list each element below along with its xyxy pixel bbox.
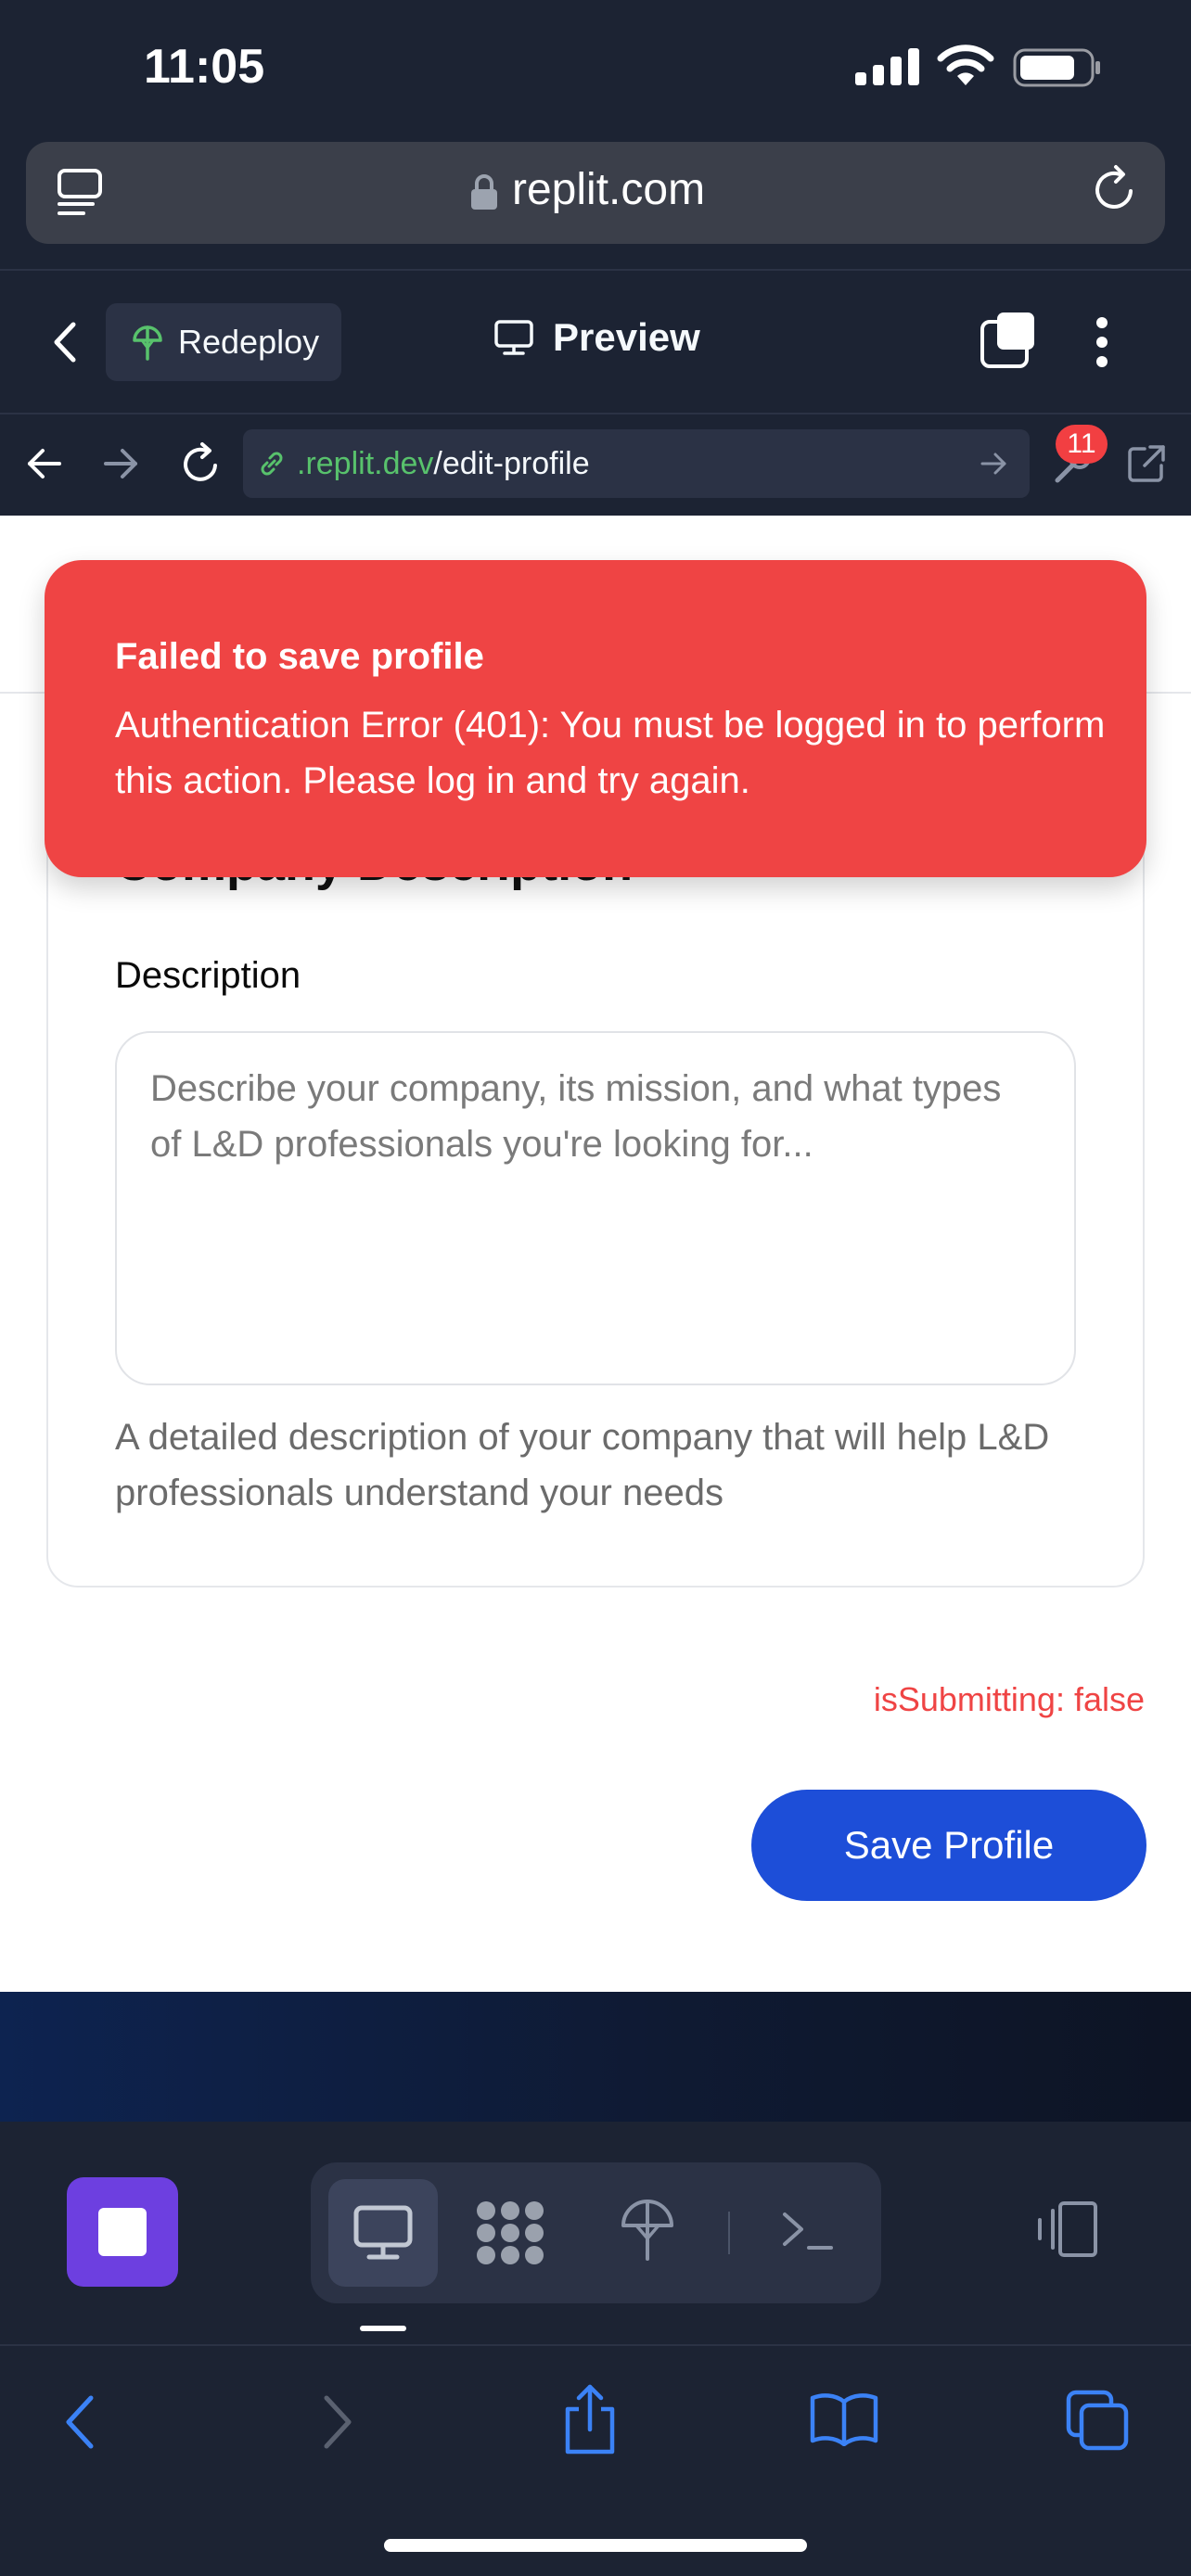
device-icon[interactable] <box>1034 2200 1101 2259</box>
description-label: Description <box>115 955 301 996</box>
preview-title: Preview <box>493 315 700 360</box>
more-icon[interactable] <box>1095 315 1109 369</box>
go-arrow-icon[interactable] <box>980 450 1007 478</box>
chevron-left-icon[interactable] <box>51 319 79 365</box>
tabs-icon[interactable] <box>1065 2389 1130 2452</box>
window-icon[interactable] <box>979 311 1038 370</box>
redeploy-icon <box>133 325 162 361</box>
url-text: .replit.dev/edit-profile <box>297 446 590 482</box>
toast-title: Failed to save profile <box>115 636 484 677</box>
toast-message: Authentication Error (401): You must be … <box>115 705 1106 801</box>
save-profile-button[interactable]: Save Profile <box>751 1790 1146 1901</box>
refresh-icon[interactable] <box>178 441 223 486</box>
bookmarks-icon[interactable] <box>809 2391 879 2446</box>
link-icon <box>261 452 283 476</box>
share-icon[interactable] <box>560 2381 620 2457</box>
workflow-icon[interactable] <box>473 2198 547 2268</box>
safari-forward-icon[interactable] <box>319 2394 356 2450</box>
shell-icon[interactable] <box>779 2207 835 2253</box>
home-indicator <box>384 2539 807 2552</box>
safari-domain[interactable]: replit.com <box>512 164 705 215</box>
tool-preview[interactable] <box>328 2179 438 2287</box>
lock-icon <box>471 174 497 210</box>
url-host: .replit.dev <box>297 445 434 481</box>
description-textarea[interactable] <box>115 1031 1076 1385</box>
tabs-overview-icon[interactable] <box>56 167 104 219</box>
description-help-text: A detailed description of your company t… <box>115 1417 1050 1513</box>
redeploy-button[interactable]: Redeploy <box>106 303 341 381</box>
active-tool-indicator <box>360 2326 406 2331</box>
signal-icon <box>855 48 919 85</box>
monitor-icon <box>494 320 533 355</box>
tool-divider <box>728 2212 730 2254</box>
webview-url-field[interactable]: .replit.dev/edit-profile <box>243 429 1030 498</box>
notification-badge: 11 <box>1056 425 1108 464</box>
page-footer <box>0 1992 1191 2122</box>
submit-state-debug: isSubmitting: false <box>873 1680 1145 1718</box>
wifi-icon <box>937 45 994 85</box>
external-link-icon[interactable] <box>1126 443 1167 484</box>
url-path: /edit-profile <box>433 445 590 481</box>
arrow-right-icon[interactable] <box>102 445 139 482</box>
deploy-icon[interactable] <box>620 2198 675 2263</box>
status-time: 11:05 <box>144 40 265 94</box>
redeploy-label: Redeploy <box>178 323 320 361</box>
stop-button[interactable] <box>67 2177 178 2287</box>
preview-label: Preview <box>553 315 700 359</box>
reload-icon[interactable] <box>1092 163 1140 215</box>
monitor-icon <box>353 2205 413 2260</box>
battery-icon <box>1013 48 1100 87</box>
safari-back-icon[interactable] <box>61 2394 98 2450</box>
arrow-left-icon[interactable] <box>26 445 63 482</box>
stop-icon <box>98 2208 147 2256</box>
